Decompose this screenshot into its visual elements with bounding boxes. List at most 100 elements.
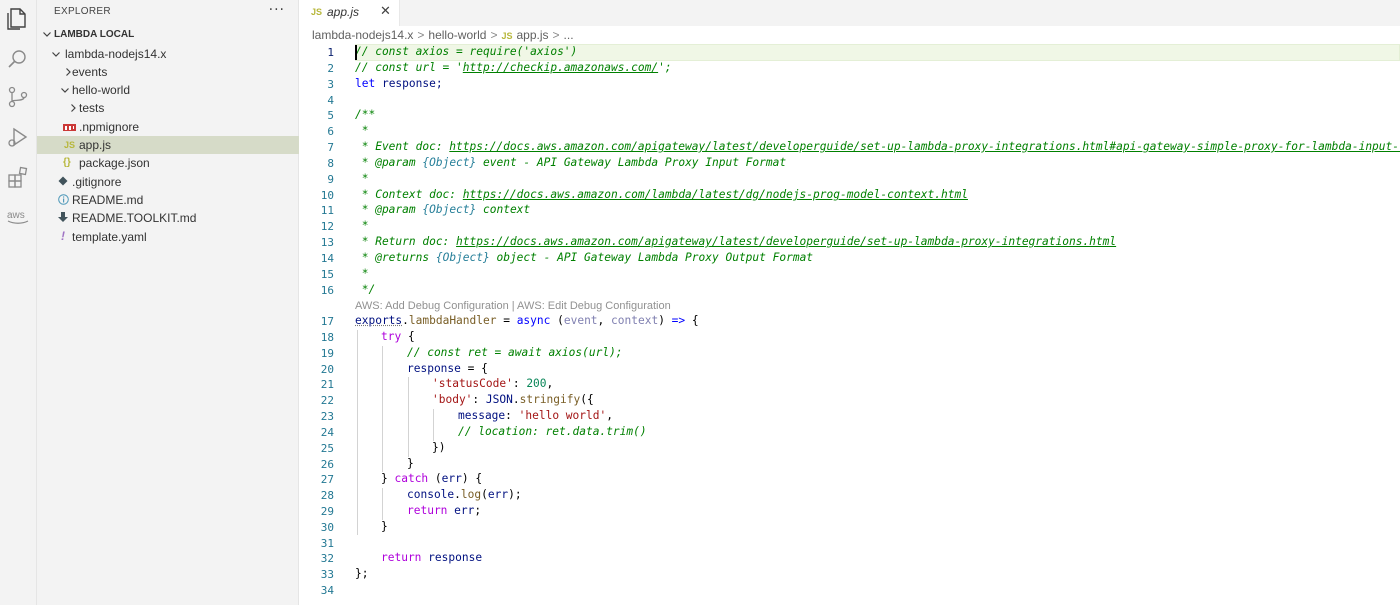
tab-app-js[interactable]: JS app.js ✕ (300, 0, 400, 26)
line-number: 34 (300, 584, 334, 597)
tree-item-npmignore[interactable]: .npmignore (37, 118, 299, 136)
indent-guide (433, 409, 434, 441)
line-number: 28 (300, 489, 334, 502)
explorer-icon[interactable] (5, 6, 31, 32)
breadcrumb: lambda-nodejs14.x > hello-world > JS app.js >.… (312, 28, 574, 44)
code-line: console.log(err); (407, 488, 522, 501)
line-number: 29 (300, 505, 334, 518)
code-line: }) (432, 441, 445, 454)
code-line: return response (381, 551, 482, 564)
line-number: 21 (300, 378, 334, 391)
search-icon[interactable] (5, 46, 31, 72)
code-line: * (355, 124, 368, 137)
code-line: /** (355, 108, 375, 121)
line-number: 15 (300, 268, 334, 281)
close-icon[interactable]: ✕ (380, 4, 391, 19)
chevron-down-icon (50, 48, 62, 60)
tree-item-label: hello-world (72, 83, 130, 97)
code-line: * Return doc: https://docs.aws.amazon.co… (355, 235, 1116, 248)
tree-item-label: .npmignore (79, 120, 139, 134)
breadcrumb-item[interactable]: ... (564, 28, 574, 42)
code-line: exports.lambdaHandler = async (event, co… (355, 314, 699, 327)
breadcrumb-item[interactable]: hello-world (428, 28, 486, 42)
tree-item-gitignore[interactable]: .gitignore (37, 173, 299, 191)
code-line: }; (355, 567, 368, 580)
line-number: 17 (300, 315, 334, 328)
line-number: 8 (300, 157, 334, 170)
line-number: 25 (300, 442, 334, 455)
breadcrumb-item[interactable]: app.js (516, 28, 548, 42)
code-line: } (407, 457, 414, 470)
source-control-icon[interactable] (5, 84, 31, 110)
tree-item-template-yaml[interactable]: ! template.yaml (37, 228, 299, 246)
code-line: * @returns {Object} object - API Gateway… (355, 251, 813, 264)
tree-item-package-json[interactable]: {} package.json (37, 154, 299, 172)
line-number: 31 (300, 537, 334, 550)
breadcrumb-item[interactable]: lambda-nodejs14.x (312, 28, 413, 42)
code-line: */ (355, 283, 375, 296)
npm-icon (63, 123, 76, 134)
codelens-aws-debug[interactable]: AWS: Add Debug Configuration | AWS: Edit… (355, 300, 671, 312)
tree-item-label: tests (79, 101, 104, 115)
info-icon (58, 194, 69, 208)
line-number: 9 (300, 173, 334, 186)
line-number: 6 (300, 125, 334, 138)
link[interactable]: https://docs.aws.amazon.com/apigateway/l… (449, 140, 1400, 153)
chevron-down-icon (41, 28, 53, 43)
code-line: // const ret = await axios(url); (407, 346, 623, 359)
tree-item-label: .gitignore (72, 175, 121, 189)
js-icon: JS (64, 140, 75, 150)
run-debug-icon[interactable] (5, 124, 31, 150)
tree-item-lambda-nodejs14x[interactable]: lambda-nodejs14.x (37, 45, 299, 63)
line-number: 24 (300, 426, 334, 439)
line-number: 16 (300, 284, 334, 297)
more-actions-icon[interactable]: ··· (269, 2, 285, 18)
link[interactable]: http://checkip.amazonaws.com/ (463, 61, 658, 74)
tree-item-readme-toolkit[interactable]: README.TOOLKIT.md (37, 209, 299, 227)
tree-item-label: README.md (72, 193, 143, 207)
link[interactable]: https://docs.aws.amazon.com/lambda/lates… (463, 188, 968, 201)
line-number: 19 (300, 347, 334, 360)
chevron-right-icon: > (417, 28, 424, 42)
aws-icon[interactable]: aws (5, 204, 31, 230)
line-number: 2 (300, 62, 334, 75)
workspace-name: LAMBDA LOCAL (54, 29, 134, 40)
line-number: 13 (300, 236, 334, 249)
tree-item-label: README.TOOLKIT.md (72, 211, 196, 225)
indent-guide (382, 488, 383, 520)
extensions-icon[interactable] (5, 164, 31, 190)
code-line: return err; (407, 504, 481, 517)
line-number: 30 (300, 521, 334, 534)
code-line: response = { (407, 362, 488, 375)
chevron-right-icon (67, 102, 79, 114)
code-line: * (355, 267, 368, 280)
line-number: 4 (300, 94, 334, 107)
code-line: * Event doc: https://docs.aws.amazon.com… (355, 140, 1400, 153)
code-line: } catch (err) { (381, 472, 482, 485)
tree-item-app-js[interactable]: JS app.js (37, 136, 299, 154)
tree-item-tests[interactable]: tests (37, 99, 299, 117)
line-number: 26 (300, 458, 334, 471)
line-number: 14 (300, 252, 334, 265)
line-number: 3 (300, 78, 334, 91)
tree-item-hello-world[interactable]: hello-world (37, 81, 299, 99)
line-number: 27 (300, 473, 334, 486)
line-number: 33 (300, 568, 334, 581)
workspace-section-header[interactable]: LAMBDA LOCAL (37, 27, 299, 44)
line-number: 22 (300, 394, 334, 407)
code-line: let response; (355, 77, 443, 90)
tree-item-label: package.json (79, 156, 150, 170)
line-number: 5 (300, 109, 334, 122)
tree-item-readme[interactable]: README.md (37, 191, 299, 209)
code-line: * (355, 172, 368, 185)
explorer-sidebar: EXPLORER ··· LAMBDA LOCAL lambda-nodejs1… (37, 0, 299, 605)
tree-item-events[interactable]: events (37, 63, 299, 81)
activity-bar: aws (0, 0, 37, 605)
link[interactable]: https://docs.aws.amazon.com/apigateway/l… (456, 235, 1116, 248)
explorer-title: EXPLORER (54, 6, 111, 17)
code-line: * (355, 219, 368, 232)
code-line: // const axios = require('axios') (355, 45, 577, 58)
tree-item-label: events (72, 65, 107, 79)
js-icon: JS (501, 31, 512, 41)
download-icon (58, 212, 68, 226)
